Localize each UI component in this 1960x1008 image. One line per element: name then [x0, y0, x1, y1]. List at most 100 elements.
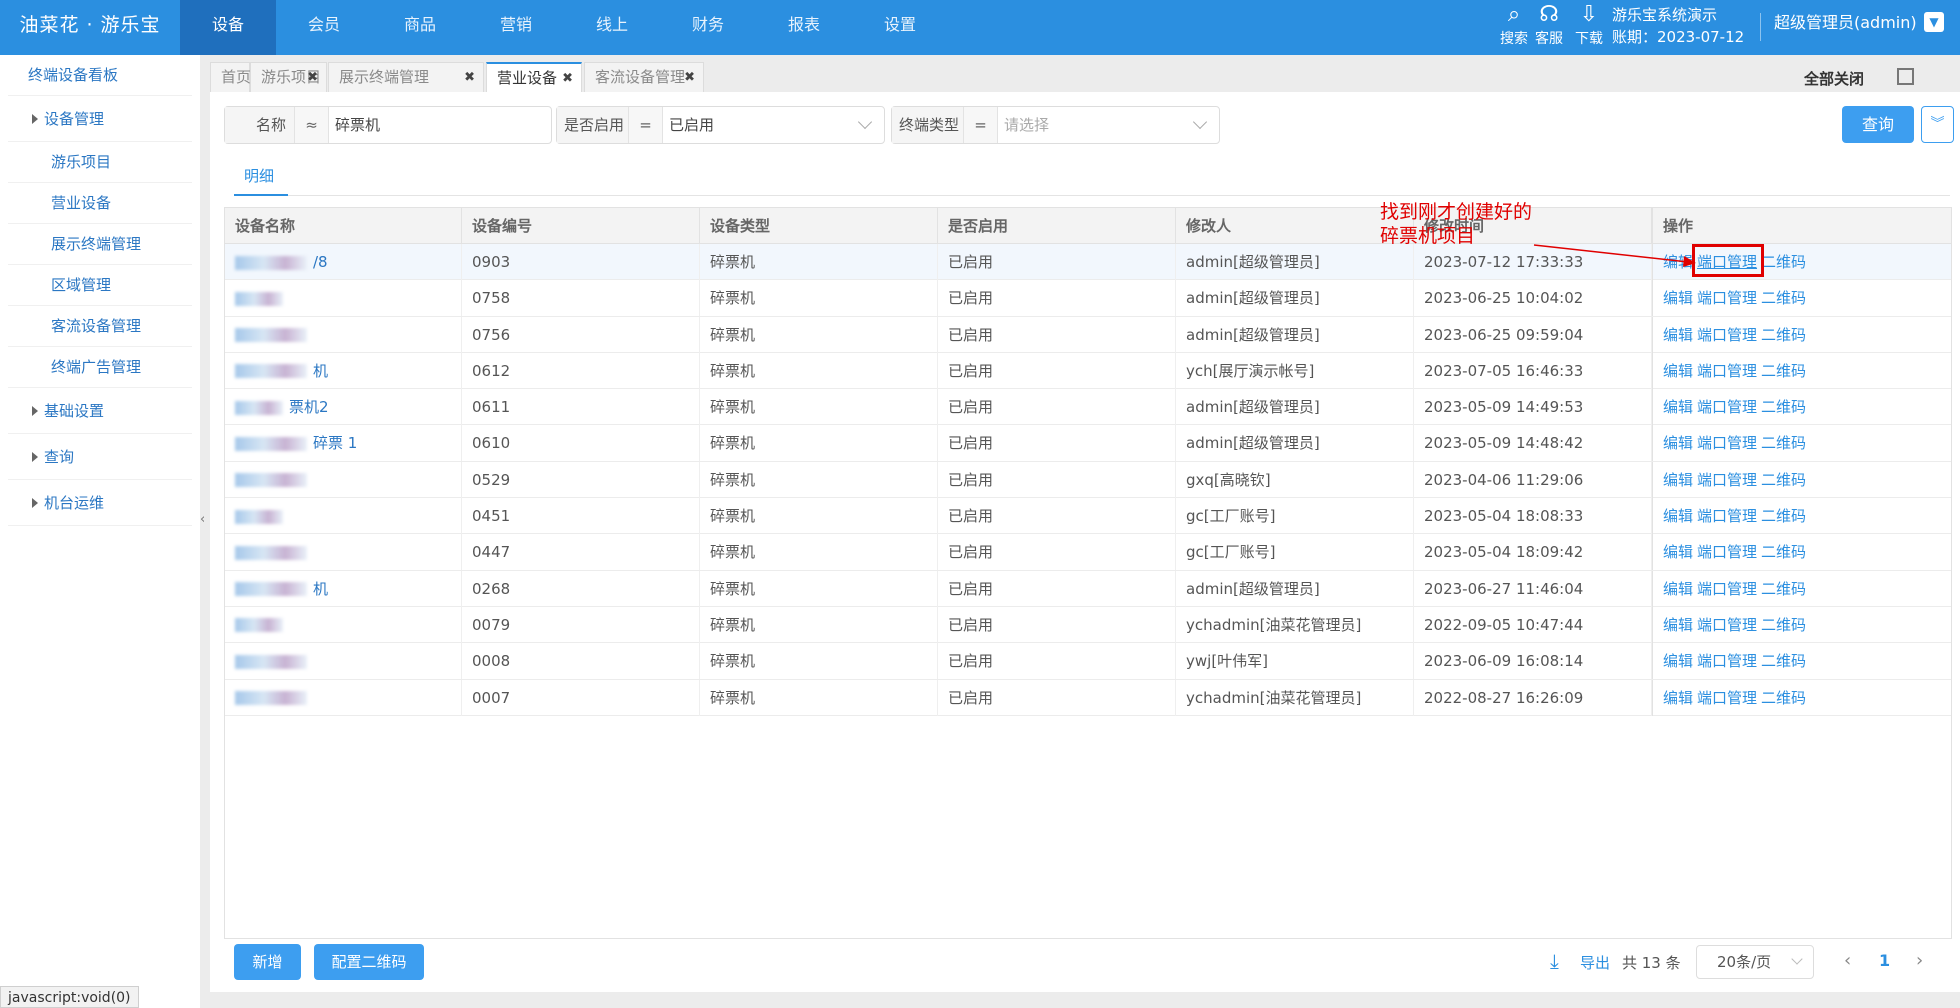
- qr-code-link[interactable]: 二维码: [1761, 434, 1806, 452]
- expand-filters-button[interactable]: ︾: [1921, 106, 1954, 143]
- table-row[interactable]: 0758 碎票机 已启用 admin[超级管理员] 2023-06-25 10:04:0…: [225, 280, 1951, 317]
- support-button[interactable]: ☊ 客服: [1528, 0, 1570, 55]
- query-button[interactable]: 查询: [1842, 106, 1914, 143]
- port-management-link[interactable]: 端口管理: [1697, 471, 1757, 489]
- name-filter-input[interactable]: 碎票机: [329, 107, 380, 143]
- port-management-link[interactable]: 端口管理: [1697, 398, 1757, 416]
- table-row[interactable]: 0079 碎票机 已启用 ychadmin[油菜花管理员] 2022-09-05 10:…: [225, 606, 1951, 644]
- column-header-4[interactable]: 修改人: [1176, 208, 1414, 244]
- edit-link[interactable]: 编辑: [1663, 326, 1693, 344]
- qr-code-link[interactable]: 二维码: [1761, 543, 1806, 561]
- current-page[interactable]: 1: [1879, 951, 1890, 970]
- prev-page-icon[interactable]: ‹: [1844, 950, 1851, 971]
- close-icon[interactable]: ✖: [464, 63, 475, 92]
- sidebar-item-10[interactable]: 机台运维: [8, 480, 192, 526]
- nav-item-2[interactable]: 商品: [372, 0, 468, 55]
- qr-code-link[interactable]: 二维码: [1761, 289, 1806, 307]
- tab-0[interactable]: 首页: [210, 62, 251, 92]
- port-management-link[interactable]: 端口管理: [1697, 543, 1757, 561]
- app-logo[interactable]: 油菜花 · 游乐宝: [0, 0, 180, 55]
- edit-link[interactable]: 编辑: [1663, 507, 1693, 525]
- edit-link[interactable]: 编辑: [1663, 289, 1693, 307]
- name-filter[interactable]: 名称 ≈ 碎票机: [224, 106, 552, 144]
- column-header-2[interactable]: 设备类型: [700, 208, 938, 244]
- column-header-1[interactable]: 设备编号: [462, 208, 700, 244]
- add-button[interactable]: 新增: [234, 944, 301, 980]
- table-row[interactable]: 票机2 0611 碎票机 已启用 admin[超级管理员] 2023-05-09 14:4…: [225, 389, 1951, 426]
- edit-link[interactable]: 编辑: [1663, 471, 1693, 489]
- column-header-3[interactable]: 是否启用: [938, 208, 1176, 244]
- configure-qr-button[interactable]: 配置二维码: [314, 944, 424, 980]
- tab-1[interactable]: 游乐项目 ✖: [250, 62, 327, 92]
- port-management-link[interactable]: 端口管理: [1697, 689, 1757, 707]
- sidebar-item-0[interactable]: 终端设备看板: [8, 55, 192, 96]
- edit-link[interactable]: 编辑: [1663, 398, 1693, 416]
- sidebar-item-2[interactable]: 游乐项目: [8, 142, 192, 183]
- column-header-0[interactable]: 设备名称: [225, 208, 462, 244]
- table-row[interactable]: 0451 碎票机 已启用 gc[工厂账号] 2023-05-04 18:08:33 编辑端…: [225, 498, 1951, 535]
- edit-link[interactable]: 编辑: [1663, 652, 1693, 670]
- sidebar-item-7[interactable]: 终端广告管理: [8, 347, 192, 388]
- sidebar-item-6[interactable]: 客流设备管理: [8, 306, 192, 347]
- qr-code-link[interactable]: 二维码: [1761, 362, 1806, 380]
- table-row[interactable]: 机 0612 碎票机 已启用 ych[展厅演示帐号] 2023-07-05 16:46:3…: [225, 352, 1951, 390]
- sidebar-item-1[interactable]: 设备管理: [8, 96, 192, 142]
- terminal-type-filter-select[interactable]: 请选择: [998, 107, 1049, 143]
- port-management-link[interactable]: 端口管理: [1697, 326, 1757, 344]
- table-row[interactable]: 碎票 1 0610 碎票机 已启用 admin[超级管理员] 2023-05-09 14:…: [225, 425, 1951, 462]
- edit-link[interactable]: 编辑: [1663, 434, 1693, 452]
- nav-item-4[interactable]: 线上: [564, 0, 660, 55]
- qr-code-link[interactable]: 二维码: [1761, 398, 1806, 416]
- enabled-filter-operator[interactable]: =: [629, 107, 663, 143]
- nav-item-1[interactable]: 会员: [276, 0, 372, 55]
- tab-detail[interactable]: 明细: [244, 165, 274, 186]
- next-page-icon[interactable]: ›: [1916, 950, 1923, 971]
- sidebar-item-9[interactable]: 查询: [8, 434, 192, 480]
- nav-item-5[interactable]: 财务: [660, 0, 756, 55]
- download-icon[interactable]: ⤓: [1550, 949, 1559, 973]
- name-filter-operator[interactable]: ≈: [295, 107, 329, 143]
- edit-link[interactable]: 编辑: [1663, 689, 1693, 707]
- close-icon[interactable]: ✖: [307, 63, 318, 92]
- port-management-link[interactable]: 端口管理: [1697, 362, 1757, 380]
- download-button[interactable]: ⇩ 下载: [1568, 0, 1610, 55]
- edit-link[interactable]: 编辑: [1663, 580, 1693, 598]
- chevron-down-icon[interactable]: ▼: [1924, 12, 1944, 32]
- sidebar-item-5[interactable]: 区域管理: [8, 265, 192, 306]
- qr-code-link[interactable]: 二维码: [1761, 580, 1806, 598]
- sidebar-item-8[interactable]: 基础设置: [8, 388, 192, 434]
- terminal-type-filter-operator[interactable]: =: [964, 107, 998, 143]
- nav-item-7[interactable]: 设置: [852, 0, 948, 55]
- qr-code-link[interactable]: 二维码: [1761, 326, 1806, 344]
- qr-code-link[interactable]: 二维码: [1761, 689, 1806, 707]
- nav-item-6[interactable]: 报表: [756, 0, 852, 55]
- qr-code-link[interactable]: 二维码: [1761, 507, 1806, 525]
- nav-item-3[interactable]: 营销: [468, 0, 564, 55]
- tab-2[interactable]: 展示终端管理 ✖: [328, 62, 484, 92]
- qr-code-link[interactable]: 二维码: [1761, 616, 1806, 634]
- table-row[interactable]: 机 0268 碎票机 已启用 admin[超级管理员] 2023-06-27 11:46:…: [225, 570, 1951, 607]
- edit-link[interactable]: 编辑: [1663, 362, 1693, 380]
- sidebar-item-4[interactable]: 展示终端管理: [8, 224, 192, 265]
- nav-item-0[interactable]: 设备: [180, 0, 276, 55]
- tab-3[interactable]: 营业设备 ✖: [486, 62, 582, 92]
- edit-link[interactable]: 编辑: [1663, 616, 1693, 634]
- port-management-link[interactable]: 端口管理: [1697, 289, 1757, 307]
- port-management-link[interactable]: 端口管理: [1697, 507, 1757, 525]
- enabled-filter-select[interactable]: 已启用: [663, 107, 714, 143]
- fullscreen-icon[interactable]: [1897, 68, 1914, 85]
- table-row[interactable]: 0007 碎票机 已启用 ychadmin[油菜花管理员] 2022-08-27 16:…: [225, 679, 1951, 716]
- port-management-link[interactable]: 端口管理: [1697, 580, 1757, 598]
- qr-code-link[interactable]: 二维码: [1761, 652, 1806, 670]
- edit-link[interactable]: 编辑: [1663, 543, 1693, 561]
- column-header-6[interactable]: 操作: [1652, 208, 1951, 244]
- table-row[interactable]: 0756 碎票机 已启用 admin[超级管理员] 2023-06-25 09:59:0…: [225, 316, 1951, 353]
- sidebar-item-3[interactable]: 营业设备: [8, 183, 192, 224]
- port-management-link[interactable]: 端口管理: [1697, 652, 1757, 670]
- enabled-filter[interactable]: 是否启用 = 已启用: [556, 106, 885, 144]
- close-all-tabs-button[interactable]: 全部关闭: [1804, 68, 1864, 89]
- terminal-type-filter[interactable]: 终端类型 = 请选择: [891, 106, 1220, 144]
- table-row[interactable]: 0529 碎票机 已启用 gxq[高晓钦] 2023-04-06 11:29:06 编辑端…: [225, 461, 1951, 499]
- port-management-link[interactable]: 端口管理: [1697, 434, 1757, 452]
- page-size-select[interactable]: 20条/页: [1696, 945, 1814, 979]
